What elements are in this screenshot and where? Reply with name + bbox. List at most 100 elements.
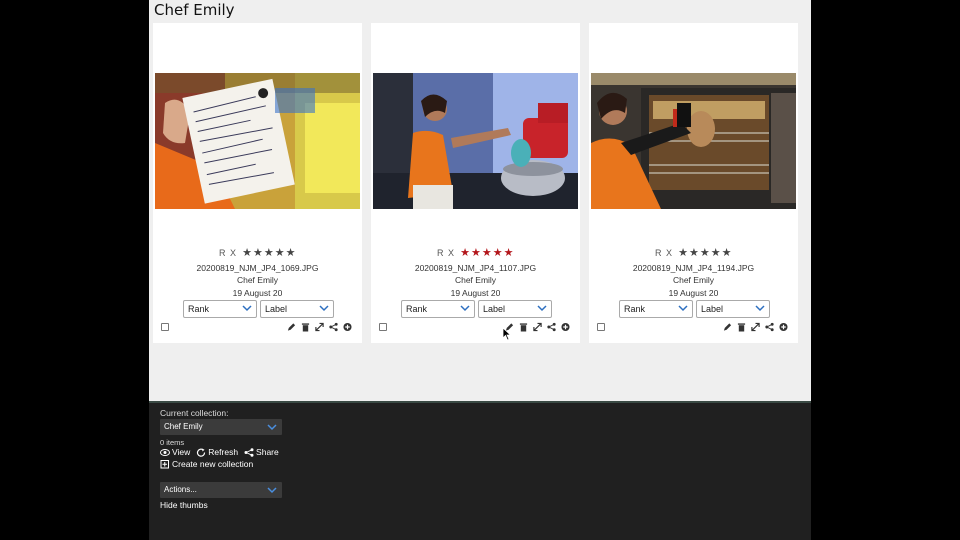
create-collection-label: Create new collection (172, 459, 254, 469)
refresh-link[interactable]: Refresh (196, 447, 238, 457)
star-icon[interactable]: ★ (253, 247, 263, 259)
share-icon (244, 447, 254, 457)
share-icon[interactable] (765, 322, 774, 332)
collection-select-value: Chef Emily (164, 422, 203, 431)
star-icon[interactable]: ★ (689, 247, 699, 259)
view-link[interactable]: View (160, 447, 190, 457)
card-toolbar (287, 322, 352, 332)
star-icon[interactable]: ★ (264, 247, 274, 259)
trash-icon[interactable] (301, 322, 310, 332)
card-toolbar (505, 322, 570, 332)
collection-actions: View Refresh Share (160, 447, 279, 457)
plus-circle-icon[interactable] (561, 322, 570, 332)
chevron-down-icon (678, 305, 688, 312)
current-collection-label: Current collection: (160, 408, 229, 418)
chevron-down-icon (537, 305, 547, 312)
plus-square-icon (160, 459, 169, 468)
expand-icon[interactable] (315, 322, 324, 332)
image-card: R X ★★★★★ 20200819_NJM_JP4_1069.JPG Chef… (153, 23, 362, 343)
owner-name: Chef Emily (454, 275, 497, 285)
expand-icon[interactable] (751, 322, 760, 332)
view-label: View (172, 447, 191, 457)
item-count: 0 items (160, 438, 185, 447)
plus-circle-icon[interactable] (343, 322, 352, 332)
star-icon[interactable]: ★ (711, 247, 721, 259)
pencil-icon[interactable] (287, 322, 296, 332)
share-link[interactable]: Share (244, 447, 279, 457)
label-select-value: Label (265, 304, 288, 314)
select-checkbox[interactable] (161, 323, 169, 331)
select-checkbox[interactable] (597, 323, 605, 331)
rank-select-value: Rank (406, 304, 428, 314)
label-select-value: Label (701, 304, 724, 314)
rx-label: R X (437, 248, 456, 258)
star-icon[interactable]: ★ (678, 247, 688, 259)
mouse-cursor-icon (502, 327, 512, 341)
actions-select[interactable]: Actions... (160, 482, 282, 498)
image-card: R X ★★★★★ 20200819_NJM_JP4_1107.JPG Chef… (371, 23, 580, 343)
star-icon[interactable]: ★ (471, 247, 481, 259)
share-icon[interactable] (329, 322, 338, 332)
label-select[interactable]: Label (696, 300, 770, 318)
chevron-down-icon (267, 424, 277, 431)
rank-select[interactable]: Rank (401, 300, 475, 318)
date-label: 19 August 20 (450, 288, 501, 298)
label-select-value: Label (483, 304, 506, 314)
label-select[interactable]: Label (478, 300, 552, 318)
star-icon[interactable]: ★ (700, 247, 710, 259)
star-icon[interactable]: ★ (286, 247, 296, 259)
eye-icon (160, 448, 170, 456)
select-checkbox[interactable] (379, 323, 387, 331)
refresh-icon (197, 448, 206, 457)
rank-select[interactable]: Rank (619, 300, 693, 318)
date-label: 19 August 20 (232, 288, 283, 298)
refresh-label: Refresh (208, 447, 239, 457)
star-icon[interactable]: ★ (482, 247, 492, 259)
collection-panel: Current collection: Chef Emily 0 items V… (149, 403, 811, 540)
rx-label: R X (655, 248, 674, 258)
filename: 20200819_NJM_JP4_1107.JPG (414, 263, 537, 273)
thumbnail-image[interactable] (373, 73, 578, 209)
rating-row: R X ★★★★★ (153, 247, 362, 259)
expand-icon[interactable] (533, 322, 542, 332)
plus-circle-icon[interactable] (779, 322, 788, 332)
chevron-down-icon (460, 305, 470, 312)
star-icon[interactable]: ★ (493, 247, 503, 259)
star-icon[interactable]: ★ (242, 247, 252, 259)
chevron-down-icon (267, 487, 277, 494)
star-icon[interactable]: ★ (722, 247, 732, 259)
chevron-down-icon (319, 305, 329, 312)
create-collection-link[interactable]: Create new collection (160, 459, 253, 469)
card-toolbar (723, 322, 788, 332)
rating-row: R X ★★★★★ (371, 247, 580, 259)
trash-icon[interactable] (737, 322, 746, 332)
chevron-down-icon (242, 305, 252, 312)
thumbnail-image[interactable] (591, 73, 796, 209)
trash-icon[interactable] (519, 322, 528, 332)
page-title: Chef Emily (154, 1, 235, 19)
share-icon[interactable] (547, 322, 556, 332)
date-label: 19 August 20 (668, 288, 719, 298)
app-window: Chef Emily R X ★★★★★ 20200819_NJM_JP4_10… (149, 0, 811, 540)
filename: 20200819_NJM_JP4_1069.JPG (196, 263, 319, 273)
rank-select-value: Rank (624, 304, 646, 314)
filename: 20200819_NJM_JP4_1194.JPG (632, 263, 755, 273)
thumbnail-image[interactable] (155, 73, 360, 209)
hide-thumbs-link[interactable]: Hide thumbs (160, 500, 208, 510)
star-icon[interactable]: ★ (460, 247, 470, 259)
rx-label: R X (219, 248, 238, 258)
rating-row: R X ★★★★★ (589, 247, 798, 259)
rank-select-value: Rank (188, 304, 210, 314)
image-card: R X ★★★★★ 20200819_NJM_JP4_1194.JPG Chef… (589, 23, 798, 343)
share-label: Share (256, 447, 279, 457)
label-select[interactable]: Label (260, 300, 334, 318)
actions-select-value: Actions... (164, 485, 197, 494)
owner-name: Chef Emily (672, 275, 715, 285)
chevron-down-icon (755, 305, 765, 312)
rank-select[interactable]: Rank (183, 300, 257, 318)
owner-name: Chef Emily (236, 275, 279, 285)
star-icon[interactable]: ★ (504, 247, 514, 259)
star-icon[interactable]: ★ (275, 247, 285, 259)
pencil-icon[interactable] (723, 322, 732, 332)
collection-select[interactable]: Chef Emily (160, 419, 282, 435)
